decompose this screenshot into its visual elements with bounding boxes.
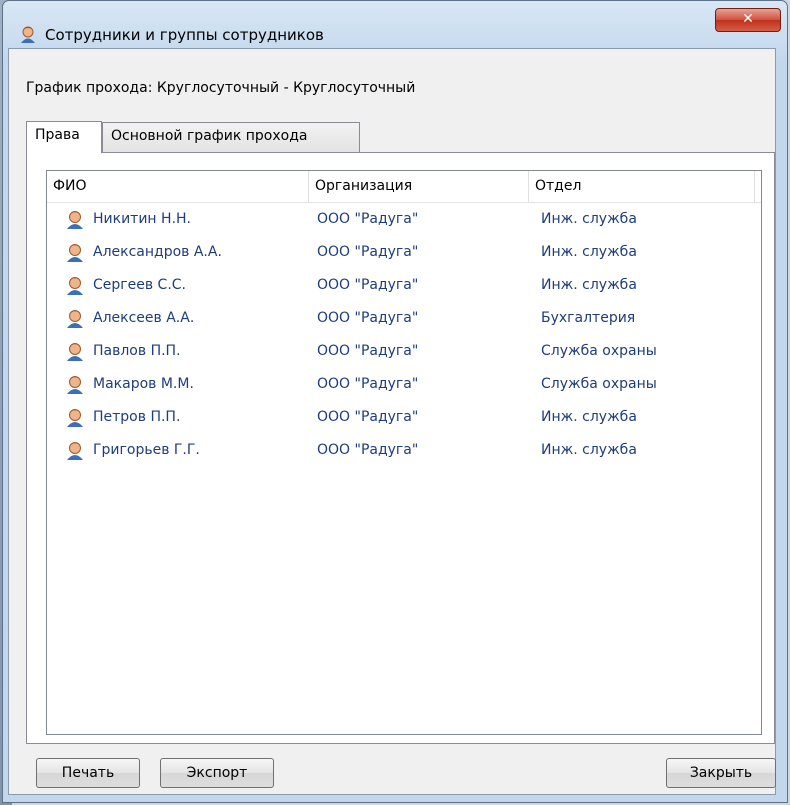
employee-department: Бухгалтерия [541,310,636,326]
table-row[interactable]: Сергеев С.С. ООО "Радуга" Инж. служба [47,269,761,302]
employee-name: Александров А.А. [93,244,222,260]
employee-department: Инж. служба [541,277,637,293]
title-bar[interactable]: Сотрудники и группы сотрудников [3,1,787,49]
employee-organization: ООО "Радуга" [317,442,419,458]
schedule-label: График прохода: Круглосуточный - Круглос… [26,80,416,96]
employee-organization: ООО "Радуга" [317,376,419,392]
table-row[interactable]: Петров П.П. ООО "Радуга" Инж. служба [47,401,761,434]
tab-rights[interactable]: Права [26,121,102,153]
employee-organization: ООО "Радуга" [317,343,419,359]
person-icon [21,26,35,43]
employee-organization: ООО "Радуга" [317,277,419,293]
window-title: Сотрудники и группы сотрудников [45,26,324,44]
table-row[interactable]: Никитин Н.Н. ООО "Радуга" Инж. служба [47,203,761,236]
print-button[interactable]: Печать [36,758,140,788]
person-icon [67,211,83,229]
employee-organization: ООО "Радуга" [317,244,419,260]
employee-name: Павлов П.П. [93,343,181,359]
employee-department: Инж. служба [541,409,637,425]
employee-department: Инж. служба [541,442,637,458]
column-header-organization[interactable]: Организация [309,171,529,202]
person-icon [67,442,83,460]
employee-name: Григорьев Г.Г. [93,442,200,458]
employee-department: Служба охраны [541,376,657,392]
employee-organization: ООО "Радуга" [317,409,419,425]
table-row[interactable]: Александров А.А. ООО "Радуга" Инж. служба [47,236,761,269]
employee-organization: ООО "Радуга" [317,211,419,227]
person-icon [67,244,83,262]
employee-name: Макаров М.М. [93,376,194,392]
person-icon [67,310,83,328]
employee-department: Служба охраны [541,343,657,359]
employees-grid[interactable]: ФИО Организация Отдел Никитин Н.Н. ООО "Р… [46,170,762,735]
table-row[interactable]: Григорьев Г.Г. ООО "Радуга" Инж. служба [47,434,761,467]
employee-department: Инж. служба [541,211,637,227]
person-icon [67,277,83,295]
employee-name: Алексеев А.А. [93,310,195,326]
employee-name: Сергеев С.С. [93,277,187,293]
employee-name: Петров П.П. [93,409,181,425]
employee-organization: ООО "Радуга" [317,310,419,326]
column-header-department[interactable]: Отдел [529,171,755,202]
person-icon [67,376,83,394]
export-button[interactable]: Экспорт [160,758,274,788]
window-close-button[interactable]: ✕ [715,8,781,32]
grid-header: ФИО Организация Отдел [47,171,761,203]
table-row[interactable]: Павлов П.П. ООО "Радуга" Служба охраны [47,335,761,368]
table-row[interactable]: Макаров М.М. ООО "Радуга" Служба охраны [47,368,761,401]
tab-main-schedule[interactable]: Основной график прохода [102,122,360,152]
employee-name: Никитин Н.Н. [93,211,191,227]
close-button[interactable]: Закрыть [666,758,776,788]
person-icon [67,409,83,427]
table-row[interactable]: Алексеев А.А. ООО "Радуга" Бухгалтерия [47,302,761,335]
person-icon [67,343,83,361]
employee-department: Инж. служба [541,244,637,260]
column-header-name[interactable]: ФИО [47,171,309,202]
